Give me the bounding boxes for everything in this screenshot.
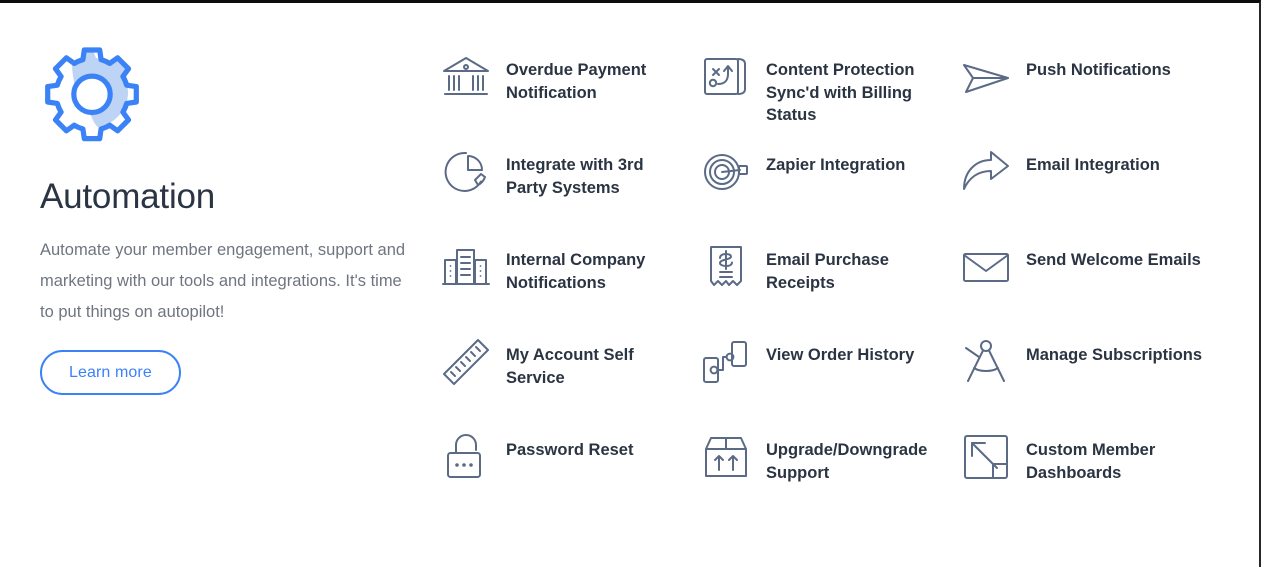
pie-chart-icon <box>440 146 492 198</box>
feature-item[interactable]: Manage Subscriptions <box>960 334 1230 429</box>
feature-item[interactable]: My Account Self Service <box>440 334 700 429</box>
feature-label: Manage Subscriptions <box>1026 346 1203 364</box>
feature-label: Custom Member Dashboards <box>1026 441 1156 482</box>
feature-label: View Order History <box>766 346 915 364</box>
bank-icon <box>440 51 492 103</box>
feature-label: Password Reset <box>506 441 634 459</box>
feature-item[interactable]: Custom Member Dashboards <box>960 429 1230 524</box>
paper-plane-icon <box>960 51 1012 103</box>
compass-icon <box>960 336 1012 388</box>
feature-label: Overdue Payment Notification <box>506 61 647 102</box>
page-title: Automation <box>40 177 216 216</box>
learn-more-button[interactable]: Learn more <box>40 350 181 395</box>
receipt-icon <box>700 241 752 293</box>
automation-feature-section: Automation Automate your member engageme… <box>0 0 1261 567</box>
box-arrows-up-icon <box>700 431 752 483</box>
curved-arrow-icon <box>960 146 1012 198</box>
feature-label: Internal Company Notifications <box>506 251 646 292</box>
intro-description: Automate your member engagement, support… <box>40 241 406 321</box>
feature-item[interactable]: Push Notifications <box>960 49 1230 144</box>
office-buildings-icon <box>440 241 492 293</box>
feature-item[interactable]: Upgrade/Downgrade Support <box>700 429 960 524</box>
feature-item[interactable]: Email Integration <box>960 144 1230 239</box>
feature-item[interactable]: Integrate with 3rd Party Systems <box>440 144 700 239</box>
feature-item[interactable]: Content Protection Sync'd with Billing S… <box>700 49 960 144</box>
feature-item[interactable]: Zapier Integration <box>700 144 960 239</box>
feature-label: Email Purchase Receipts <box>766 251 889 292</box>
envelope-icon <box>960 241 1012 293</box>
feature-label: Push Notifications <box>1026 61 1171 79</box>
feature-label: Content Protection Sync'd with Billing S… <box>766 61 915 124</box>
padlock-icon <box>440 431 492 483</box>
feature-item[interactable]: Overdue Payment Notification <box>440 49 700 144</box>
feature-label: Zapier Integration <box>766 156 906 174</box>
strategy-board-icon <box>700 51 752 103</box>
intro-panel: Automation Automate your member engageme… <box>40 41 412 395</box>
feature-item[interactable]: Email Purchase Receipts <box>700 239 960 334</box>
feature-item[interactable]: Internal Company Notifications <box>440 239 700 334</box>
feature-grid: Overdue Payment Notification Content Pro… <box>440 49 1240 524</box>
ruler-icon <box>440 336 492 388</box>
flowchart-icon <box>700 336 752 388</box>
feature-item[interactable]: Password Reset <box>440 429 700 524</box>
gear-icon <box>40 41 144 145</box>
feature-label: Send Welcome Emails <box>1026 251 1201 269</box>
feature-item[interactable]: Send Welcome Emails <box>960 239 1230 334</box>
feature-label: My Account Self Service <box>506 346 634 387</box>
feature-label: Upgrade/Downgrade Support <box>766 441 928 482</box>
feature-label: Email Integration <box>1026 156 1160 174</box>
expand-arrow-icon <box>960 431 1012 483</box>
target-arrow-icon <box>700 146 752 198</box>
feature-item[interactable]: View Order History <box>700 334 960 429</box>
feature-label: Integrate with 3rd Party Systems <box>506 156 644 197</box>
